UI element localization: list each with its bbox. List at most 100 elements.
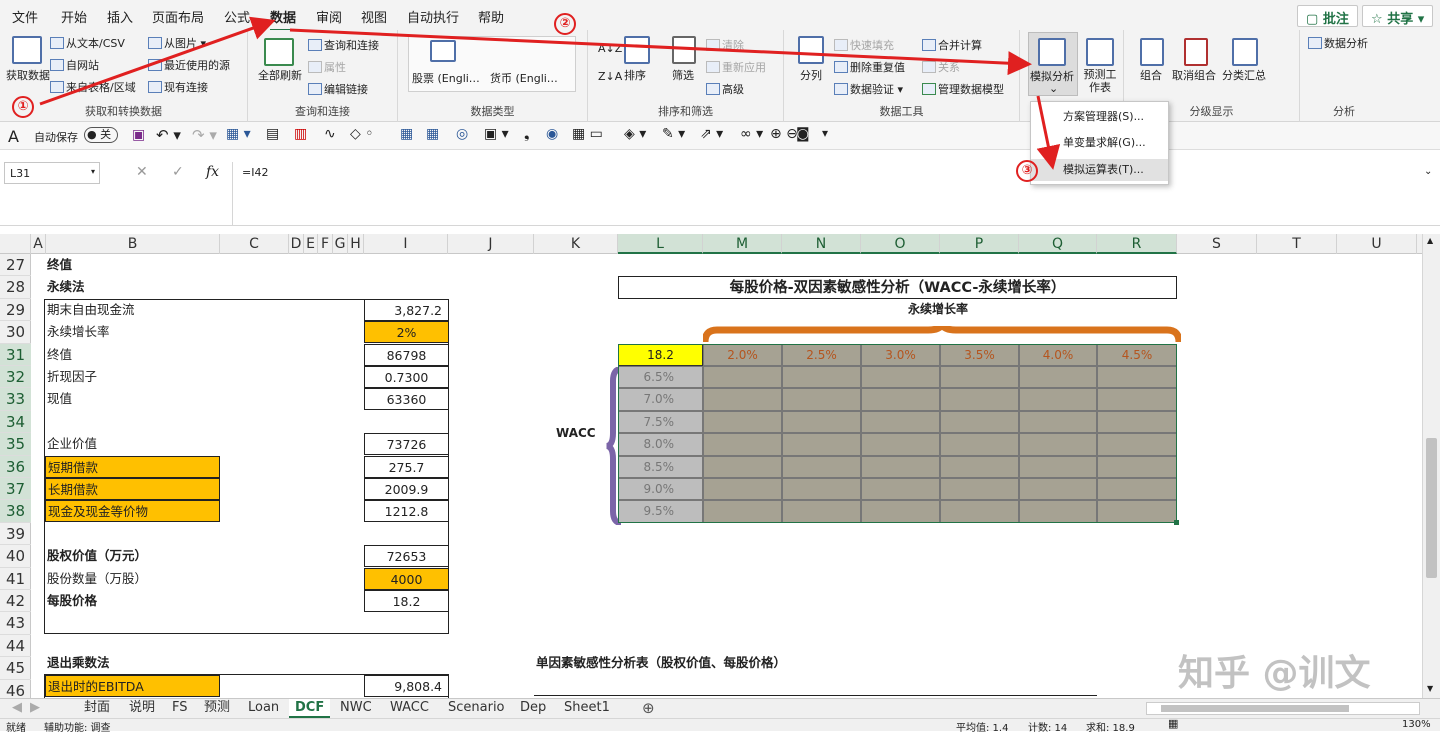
recent-sources[interactable]: 最近使用的源	[148, 57, 230, 73]
insert-function-icon[interactable]: fx	[206, 164, 219, 180]
fill-icon[interactable]: ◈ ▾	[624, 126, 646, 142]
col-header[interactable]: C	[220, 234, 289, 254]
symbol-icon[interactable]: ∿	[324, 126, 336, 142]
tab-page-layout[interactable]: 页面布局	[152, 7, 204, 26]
existing-connections[interactable]: 现有连接	[148, 79, 208, 95]
from-web[interactable]: 自网站	[50, 57, 99, 73]
camera-icon[interactable]: ◙	[796, 126, 810, 142]
growth-header[interactable]: 2.5%	[782, 343, 861, 366]
forecast-sheet-button[interactable]: 预测工作表	[1080, 68, 1120, 94]
wacc-header[interactable]: 7.0%	[618, 388, 703, 411]
cell-value[interactable]: 4000	[364, 567, 449, 590]
cell-label[interactable]: 股权价值（万元）	[47, 545, 147, 567]
enter-icon[interactable]: ✓	[172, 164, 184, 180]
tab-formulas[interactable]: 公式	[224, 7, 250, 26]
row-header[interactable]: 32	[0, 366, 31, 389]
cell-label[interactable]: 永续法	[47, 276, 85, 298]
cell-label[interactable]: 短期借款	[45, 455, 220, 478]
tab-view[interactable]: 视图	[361, 7, 387, 26]
save-icon[interactable]: ▣	[132, 127, 145, 143]
grid-icon[interactable]: ▦	[400, 126, 413, 142]
row-header[interactable]: 38	[0, 500, 31, 523]
table-result-cell[interactable]	[940, 366, 1019, 389]
col-header[interactable]: O	[861, 234, 940, 254]
circle-icon[interactable]: ◎	[456, 126, 468, 142]
row-header[interactable]: 39	[0, 523, 31, 546]
col-header[interactable]: D	[289, 234, 304, 254]
grid2-icon[interactable]: ▦	[426, 126, 439, 142]
target-icon[interactable]: ◉	[546, 126, 558, 142]
font-a-icon[interactable]: A	[8, 127, 19, 146]
col-header[interactable]: Q	[1019, 234, 1097, 254]
remove-duplicates[interactable]: 删除重复值	[834, 59, 905, 75]
customize-qat-icon[interactable]: ▾	[822, 126, 828, 140]
sheet-tab[interactable]: Sheet1	[558, 699, 616, 718]
shape-icon[interactable]: ◇ ◦	[350, 126, 373, 142]
row-header[interactable]: 37	[0, 478, 31, 501]
formula-input[interactable]: =I42	[242, 166, 268, 179]
wacc-header[interactable]: 9.5%	[618, 500, 703, 523]
scrollbar-thumb[interactable]	[1426, 438, 1437, 578]
sheet-tab[interactable]: Scenario	[442, 699, 511, 718]
table-result-cell[interactable]	[940, 500, 1019, 523]
col-header[interactable]: M	[703, 234, 782, 254]
row-header[interactable]: 43	[0, 612, 31, 635]
tab-data[interactable]: 数据	[270, 7, 297, 32]
cell-value[interactable]: 72653	[364, 545, 449, 568]
add-sheet-icon[interactable]: ⊕	[636, 699, 661, 718]
row-header[interactable]: 44	[0, 635, 31, 658]
sensitivity-corner[interactable]: 18.2	[618, 343, 703, 366]
table-result-cell[interactable]	[940, 410, 1019, 434]
col-header[interactable]: L	[618, 234, 703, 254]
undo-icon[interactable]: ↶ ▾	[156, 126, 181, 144]
comment-button[interactable]: ▢ 批注	[1297, 5, 1358, 27]
tab-file[interactable]: 文件	[12, 7, 38, 26]
cell-value[interactable]: 0.7300	[364, 366, 449, 388]
cell-label[interactable]: 每股价格	[47, 590, 97, 612]
table-result-cell[interactable]	[861, 433, 940, 456]
row-header[interactable]: 28	[0, 276, 31, 299]
cell-label[interactable]: 现值	[47, 388, 72, 410]
col-header[interactable]: T	[1257, 234, 1337, 254]
goal-seek-item[interactable]: 单变量求解(G)...	[1031, 132, 1168, 154]
sheet-tab[interactable]: 预测	[198, 699, 236, 718]
col-header[interactable]: H	[348, 234, 364, 254]
vertical-scrollbar[interactable]: ▲ ▼	[1422, 234, 1440, 698]
tab-home[interactable]: 开始	[61, 7, 87, 26]
cell-value[interactable]: 2%	[364, 321, 449, 344]
horizontal-scrollbar[interactable]	[1146, 702, 1420, 715]
growth-header[interactable]: 3.0%	[861, 343, 940, 366]
data-validation[interactable]: 数据验证 ▾	[834, 81, 903, 97]
cell-value[interactable]: 3,827.2	[364, 298, 449, 321]
cell-value[interactable]: 73726	[364, 433, 449, 456]
data-analysis-button[interactable]: 数据分析	[1308, 35, 1368, 51]
col-header[interactable]: I	[364, 234, 448, 254]
tab-scroll-right-icon[interactable]: ▶	[24, 699, 46, 718]
cell-value[interactable]: 18.2	[364, 590, 449, 612]
row-header[interactable]: 27	[0, 254, 31, 277]
from-table[interactable]: 来自表格/区域	[50, 79, 136, 95]
scroll-up-icon[interactable]: ▲	[1427, 236, 1433, 245]
flash-fill[interactable]: 快速填充	[834, 37, 894, 53]
cell-label[interactable]: 退出乘数法	[47, 652, 110, 674]
row-header[interactable]: 35	[0, 433, 31, 456]
table-result-cell[interactable]	[940, 388, 1019, 411]
from-text-csv[interactable]: 从文本/CSV	[50, 35, 125, 51]
cell-label[interactable]: 折现因子	[47, 366, 97, 388]
scenario-manager-item[interactable]: 方案管理器(S)...	[1031, 106, 1168, 128]
expand-formula-icon[interactable]: ⌄	[1424, 166, 1432, 177]
table-result-cell[interactable]	[1097, 500, 1177, 523]
cell-label[interactable]: 终值	[47, 254, 72, 276]
table-result-cell[interactable]	[1097, 366, 1177, 389]
row-header[interactable]: 29	[0, 299, 31, 322]
table-result-cell[interactable]	[703, 433, 782, 456]
cell-value[interactable]: 63360	[364, 388, 449, 411]
row-header[interactable]: 34	[0, 410, 31, 434]
row-header[interactable]: 33	[0, 388, 31, 411]
cell-label[interactable]: 长期借款	[45, 478, 220, 500]
borders-icon[interactable]: ▦ ▾	[226, 126, 251, 142]
currency-type[interactable]: 货币 (Engli…	[490, 70, 558, 86]
table-result-cell[interactable]	[1097, 433, 1177, 456]
cell-label[interactable]: 企业价值	[47, 433, 97, 455]
sheet-tab[interactable]: 说明	[123, 699, 161, 718]
